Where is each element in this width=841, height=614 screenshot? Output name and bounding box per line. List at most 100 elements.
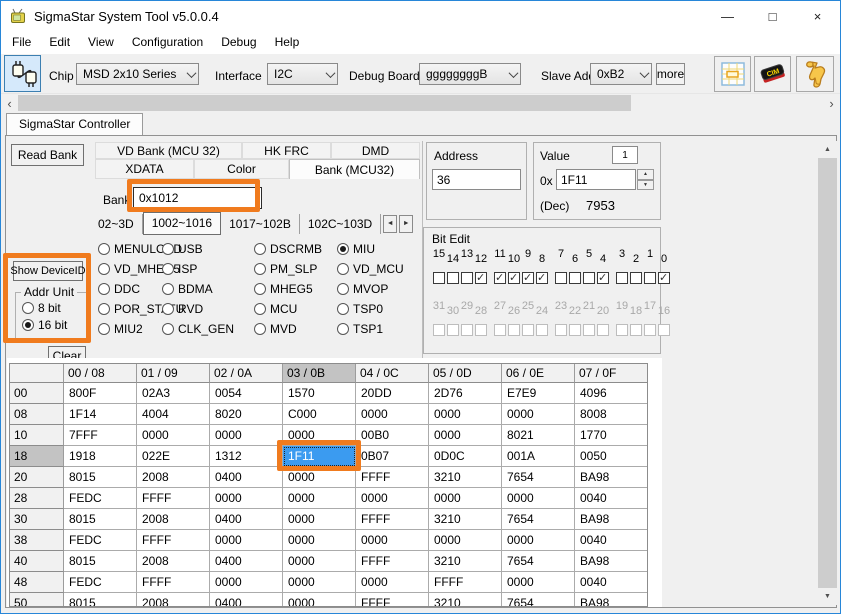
range-tab-102c-103d[interactable]: 102C~103D (300, 214, 381, 234)
register-cell[interactable]: FFFF (356, 593, 429, 607)
register-cell[interactable]: 0B07 (356, 446, 429, 467)
bit-checkbox-6[interactable] (569, 272, 581, 284)
register-cell[interactable]: 0000 (210, 425, 283, 446)
col-header-06-0e[interactable]: 06 / 0E (502, 364, 575, 383)
register-cell[interactable]: 0400 (210, 593, 283, 607)
register-cell[interactable]: FEDC (64, 572, 137, 593)
menu-item-debug[interactable]: Debug (212, 31, 265, 54)
menu-item-view[interactable]: View (79, 31, 123, 54)
register-cell[interactable]: 7654 (502, 509, 575, 530)
minimize-button[interactable]: — (705, 1, 750, 31)
row-header-38[interactable]: 38 (10, 530, 64, 551)
scroll-down-icon[interactable]: ▼ (818, 588, 837, 605)
register-cell[interactable]: FFFF (356, 509, 429, 530)
register-cell[interactable]: C000 (283, 404, 356, 425)
register-cell[interactable]: 0040 (575, 572, 648, 593)
register-cell[interactable]: 0000 (210, 488, 283, 509)
register-cell[interactable]: 0400 (210, 509, 283, 530)
register-cell[interactable]: 0000 (356, 530, 429, 551)
register-cell[interactable]: 0000 (429, 488, 502, 509)
bit-checkbox-4[interactable] (597, 272, 609, 284)
col-header-03-0b[interactable]: 03 / 0B (283, 364, 356, 383)
register-cell[interactable]: 2D76 (429, 383, 502, 404)
register-cell[interactable]: 0000 (210, 572, 283, 593)
tab-vd-bank-mcu-32[interactable]: VD Bank (MCU 32) (95, 142, 242, 159)
bit-checkbox-1[interactable] (644, 272, 656, 284)
radio-mheg5[interactable]: MHEG5 (254, 279, 337, 299)
bit-checkbox-15[interactable] (433, 272, 445, 284)
col-header-05-0d[interactable]: 05 / 0D (429, 364, 502, 383)
radio-tsp0[interactable]: TSP0 (337, 299, 432, 319)
register-cell[interactable]: 4004 (137, 404, 210, 425)
register-cell-selected[interactable]: 1F11 (283, 446, 356, 467)
register-cell[interactable]: 0000 (283, 530, 356, 551)
register-cell[interactable]: 0000 (356, 572, 429, 593)
register-cell[interactable]: 02A3 (137, 383, 210, 404)
register-cell[interactable]: 0000 (283, 572, 356, 593)
register-cell[interactable]: 8015 (64, 551, 137, 572)
register-cell[interactable]: 1F14 (64, 404, 137, 425)
register-cell[interactable]: 0050 (575, 446, 648, 467)
register-cell[interactable]: 0000 (283, 551, 356, 572)
tab-bank-mcu32[interactable]: Bank (MCU32) (289, 159, 420, 179)
register-cell[interactable]: 022E (137, 446, 210, 467)
register-cell[interactable]: 0000 (502, 488, 575, 509)
register-cell[interactable]: 0000 (502, 530, 575, 551)
address-input[interactable]: 36 (432, 169, 521, 190)
spinner-down-icon[interactable]: ▼ (637, 180, 654, 191)
row-header-50[interactable]: 50 (10, 593, 64, 607)
horizontal-scrollbar-thumb[interactable] (18, 95, 631, 111)
tab-hk-frc[interactable]: HK FRC (242, 142, 331, 159)
radio-vd-mcu[interactable]: VD_MCU (337, 259, 432, 279)
tab-dmd[interactable]: DMD (331, 142, 420, 159)
register-cell[interactable]: BA98 (575, 467, 648, 488)
register-cell[interactable]: 00B0 (356, 425, 429, 446)
register-cell[interactable]: FFFF (356, 467, 429, 488)
radio-miu2[interactable]: MIU2 (98, 319, 162, 339)
menu-item-edit[interactable]: Edit (40, 31, 79, 54)
register-cell[interactable]: 20DD (356, 383, 429, 404)
scroll-right-icon[interactable]: › (823, 94, 840, 112)
register-cell[interactable]: FFFF (429, 572, 502, 593)
register-cell[interactable]: 3210 (429, 551, 502, 572)
menu-item-configuration[interactable]: Configuration (123, 31, 212, 54)
register-cell[interactable]: 800F (64, 383, 137, 404)
register-cell[interactable]: 0000 (502, 404, 575, 425)
register-cell[interactable]: FFFF (137, 488, 210, 509)
menu-item-file[interactable]: File (3, 31, 40, 54)
radio-mvop[interactable]: MVOP (337, 279, 432, 299)
horizontal-scrollbar[interactable]: ‹ › (1, 93, 840, 111)
register-cell[interactable]: 0000 (283, 425, 356, 446)
range-next-icon[interactable]: ► (399, 215, 413, 233)
maximize-button[interactable]: □ (750, 1, 795, 31)
radio-mvd[interactable]: MVD (254, 319, 337, 339)
col-header-00-08[interactable]: 00 / 08 (64, 364, 137, 383)
debug-board-select[interactable]: ggggggggB (419, 63, 521, 85)
register-cell[interactable]: 0000 (283, 509, 356, 530)
register-cell[interactable]: 3210 (429, 467, 502, 488)
show-deviceid-button[interactable]: Show DeviceID (13, 261, 83, 281)
register-cell[interactable]: 0000 (283, 467, 356, 488)
col-header-07-0f[interactable]: 07 / 0F (575, 364, 648, 383)
radio-mcu[interactable]: MCU (254, 299, 337, 319)
register-cell[interactable]: 2008 (137, 467, 210, 488)
radio-tsp1[interactable]: TSP1 (337, 319, 432, 339)
register-cell[interactable]: 0000 (137, 425, 210, 446)
row-header-10[interactable]: 10 (10, 425, 64, 446)
radio-menuload[interactable]: MENULOAD (98, 239, 162, 259)
bit-checkbox-0[interactable] (658, 272, 670, 284)
byte-count-input[interactable]: 1 (612, 146, 638, 164)
register-cell[interactable]: FFFF (356, 551, 429, 572)
register-cell[interactable]: 0000 (429, 530, 502, 551)
bit-checkbox-12[interactable] (475, 272, 487, 284)
register-cell[interactable]: 001A (502, 446, 575, 467)
register-cell[interactable]: 0054 (210, 383, 283, 404)
bank-input[interactable]: 0x1012 (133, 187, 262, 209)
bit-checkbox-2[interactable] (630, 272, 642, 284)
row-header-18[interactable]: 18 (10, 446, 64, 467)
register-cell[interactable]: 3210 (429, 509, 502, 530)
register-cell[interactable]: 8020 (210, 404, 283, 425)
register-cell[interactable]: 0000 (429, 404, 502, 425)
range-tab-1002-1016[interactable]: 1002~1016 (143, 212, 221, 235)
value-hex-input[interactable]: 1F11 (556, 169, 636, 190)
